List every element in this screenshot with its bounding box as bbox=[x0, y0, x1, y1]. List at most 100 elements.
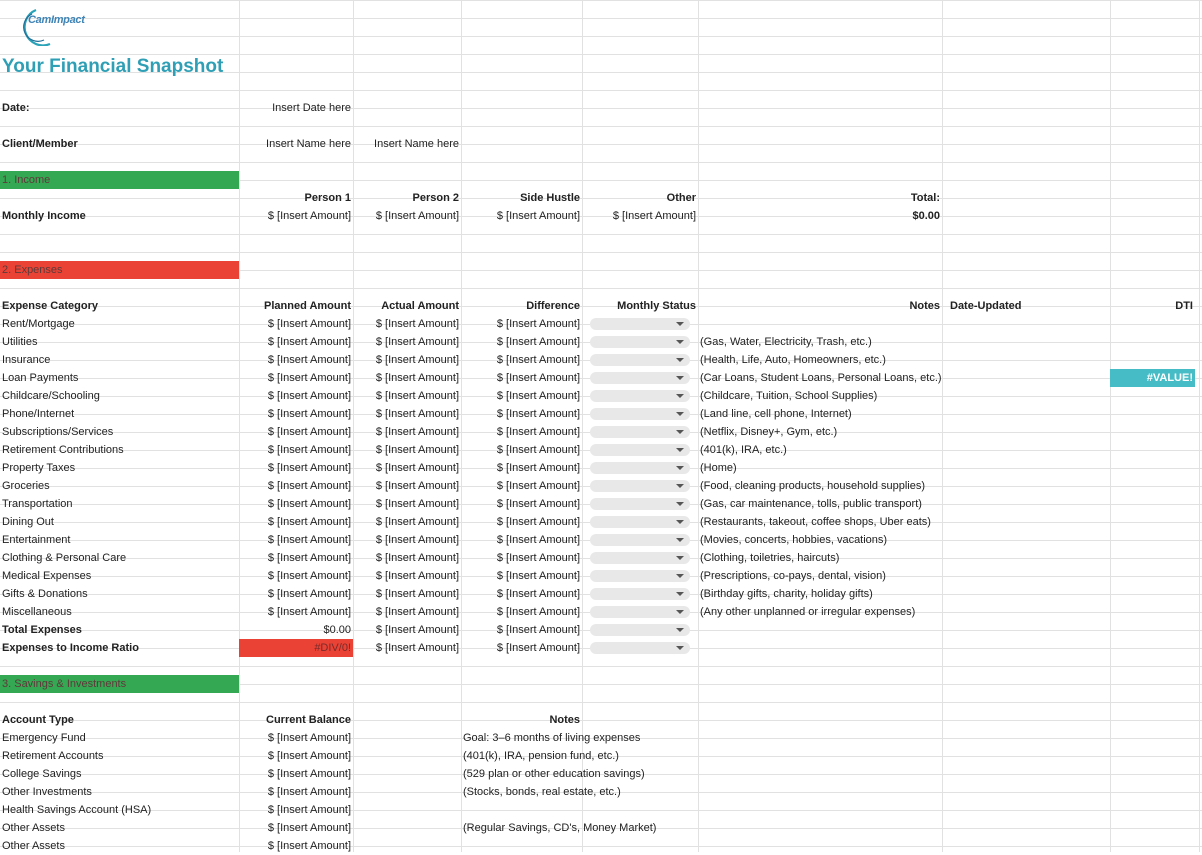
difference-cell[interactable]: $ [Insert Amount] bbox=[461, 495, 582, 513]
ratio-difference-cell[interactable]: $ [Insert Amount] bbox=[461, 639, 582, 657]
difference-cell[interactable]: $ [Insert Amount] bbox=[461, 549, 582, 567]
actual-amount-cell[interactable]: $ [Insert Amount] bbox=[353, 405, 461, 423]
monthly-status-dropdown[interactable] bbox=[590, 336, 690, 348]
actual-amount-cell[interactable]: $ [Insert Amount] bbox=[353, 531, 461, 549]
actual-amount-cell[interactable]: $ [Insert Amount] bbox=[353, 513, 461, 531]
planned-amount-cell[interactable]: $ [Insert Amount] bbox=[239, 585, 353, 603]
expense-header-notes: Notes bbox=[909, 300, 940, 312]
difference-cell[interactable]: $ [Insert Amount] bbox=[461, 405, 582, 423]
monthly-status-dropdown[interactable] bbox=[590, 588, 690, 600]
difference-cell[interactable]: $ [Insert Amount] bbox=[461, 369, 582, 387]
client-name2-cell[interactable]: Insert Name here bbox=[353, 135, 461, 153]
chevron-down-icon bbox=[676, 628, 684, 632]
expense-ratio-cell[interactable]: #DIV/0! bbox=[239, 639, 353, 657]
current-balance-cell[interactable]: $ [Insert Amount] bbox=[239, 729, 353, 747]
monthly-status-dropdown[interactable] bbox=[590, 570, 690, 582]
planned-amount-cell[interactable]: $ [Insert Amount] bbox=[239, 513, 353, 531]
income-person1-cell[interactable]: $ [Insert Amount] bbox=[239, 207, 353, 225]
monthly-status-dropdown[interactable] bbox=[590, 444, 690, 456]
monthly-status-dropdown[interactable] bbox=[590, 354, 690, 366]
monthly-status-dropdown[interactable] bbox=[590, 642, 690, 654]
savings-header-type: Account Type bbox=[2, 714, 74, 726]
monthly-status-dropdown[interactable] bbox=[590, 606, 690, 618]
actual-amount-cell[interactable]: $ [Insert Amount] bbox=[353, 585, 461, 603]
difference-cell[interactable]: $ [Insert Amount] bbox=[461, 567, 582, 585]
planned-amount-cell[interactable]: $ [Insert Amount] bbox=[239, 369, 353, 387]
current-balance-cell[interactable]: $ [Insert Amount] bbox=[239, 819, 353, 837]
monthly-status-dropdown[interactable] bbox=[590, 462, 690, 474]
planned-amount-cell[interactable]: $ [Insert Amount] bbox=[239, 387, 353, 405]
actual-amount-cell[interactable]: $ [Insert Amount] bbox=[353, 495, 461, 513]
monthly-status-dropdown[interactable] bbox=[590, 372, 690, 384]
planned-amount-cell[interactable]: $ [Insert Amount] bbox=[239, 603, 353, 621]
difference-cell[interactable]: $ [Insert Amount] bbox=[461, 477, 582, 495]
planned-amount-cell[interactable]: $ [Insert Amount] bbox=[239, 315, 353, 333]
monthly-status-dropdown[interactable] bbox=[590, 624, 690, 636]
monthly-status-dropdown[interactable] bbox=[590, 480, 690, 492]
total-actual-cell[interactable]: $ [Insert Amount] bbox=[353, 621, 461, 639]
difference-cell[interactable]: $ [Insert Amount] bbox=[461, 585, 582, 603]
planned-amount-cell[interactable]: $ [Insert Amount] bbox=[239, 531, 353, 549]
difference-cell[interactable]: $ [Insert Amount] bbox=[461, 351, 582, 369]
grid-row-line bbox=[0, 162, 1202, 163]
difference-cell[interactable]: $ [Insert Amount] bbox=[461, 513, 582, 531]
difference-cell[interactable]: $ [Insert Amount] bbox=[461, 531, 582, 549]
actual-amount-cell[interactable]: $ [Insert Amount] bbox=[353, 549, 461, 567]
actual-amount-cell[interactable]: $ [Insert Amount] bbox=[353, 459, 461, 477]
difference-cell[interactable]: $ [Insert Amount] bbox=[461, 603, 582, 621]
actual-amount-cell[interactable]: $ [Insert Amount] bbox=[353, 351, 461, 369]
expense-note: (Restaurants, takeout, coffee shops, Ube… bbox=[700, 516, 931, 528]
planned-amount-cell[interactable]: $ [Insert Amount] bbox=[239, 441, 353, 459]
actual-amount-cell[interactable]: $ [Insert Amount] bbox=[353, 423, 461, 441]
difference-cell[interactable]: $ [Insert Amount] bbox=[461, 387, 582, 405]
planned-amount-cell[interactable]: $ [Insert Amount] bbox=[239, 333, 353, 351]
actual-amount-cell[interactable]: $ [Insert Amount] bbox=[353, 441, 461, 459]
income-person2-cell[interactable]: $ [Insert Amount] bbox=[353, 207, 461, 225]
difference-cell[interactable]: $ [Insert Amount] bbox=[461, 423, 582, 441]
planned-amount-cell[interactable]: $ [Insert Amount] bbox=[239, 423, 353, 441]
difference-cell[interactable]: $ [Insert Amount] bbox=[461, 315, 582, 333]
difference-cell[interactable]: $ [Insert Amount] bbox=[461, 441, 582, 459]
actual-amount-cell[interactable]: $ [Insert Amount] bbox=[353, 567, 461, 585]
ratio-actual-cell[interactable]: $ [Insert Amount] bbox=[353, 639, 461, 657]
planned-amount-cell[interactable]: $ [Insert Amount] bbox=[239, 549, 353, 567]
actual-amount-cell[interactable]: $ [Insert Amount] bbox=[353, 333, 461, 351]
chevron-down-icon bbox=[676, 466, 684, 470]
planned-amount-cell[interactable]: $ [Insert Amount] bbox=[239, 351, 353, 369]
monthly-status-dropdown[interactable] bbox=[590, 408, 690, 420]
difference-cell[interactable]: $ [Insert Amount] bbox=[461, 459, 582, 477]
date-value-cell[interactable]: Insert Date here bbox=[239, 99, 353, 117]
actual-amount-cell[interactable]: $ [Insert Amount] bbox=[353, 477, 461, 495]
expense-category-label: Loan Payments bbox=[2, 372, 79, 384]
monthly-status-dropdown[interactable] bbox=[590, 534, 690, 546]
current-balance-cell[interactable]: $ [Insert Amount] bbox=[239, 801, 353, 819]
difference-cell[interactable]: $ [Insert Amount] bbox=[461, 333, 582, 351]
monthly-status-dropdown[interactable] bbox=[590, 318, 690, 330]
planned-amount-cell[interactable]: $ [Insert Amount] bbox=[239, 495, 353, 513]
actual-amount-cell[interactable]: $ [Insert Amount] bbox=[353, 315, 461, 333]
monthly-status-dropdown[interactable] bbox=[590, 516, 690, 528]
current-balance-cell[interactable]: $ [Insert Amount] bbox=[239, 837, 353, 855]
planned-amount-cell[interactable]: $ [Insert Amount] bbox=[239, 459, 353, 477]
actual-amount-cell[interactable]: $ [Insert Amount] bbox=[353, 603, 461, 621]
monthly-status-dropdown[interactable] bbox=[590, 498, 690, 510]
total-planned-cell[interactable]: $0.00 bbox=[239, 621, 353, 639]
actual-amount-cell[interactable]: $ [Insert Amount] bbox=[353, 369, 461, 387]
income-header-person2: Person 2 bbox=[412, 192, 459, 204]
client-name1-cell[interactable]: Insert Name here bbox=[239, 135, 353, 153]
planned-amount-cell[interactable]: $ [Insert Amount] bbox=[239, 477, 353, 495]
actual-amount-cell[interactable]: $ [Insert Amount] bbox=[353, 387, 461, 405]
current-balance-cell[interactable]: $ [Insert Amount] bbox=[239, 765, 353, 783]
monthly-status-dropdown[interactable] bbox=[590, 390, 690, 402]
total-difference-cell[interactable]: $ [Insert Amount] bbox=[461, 621, 582, 639]
current-balance-cell[interactable]: $ [Insert Amount] bbox=[239, 783, 353, 801]
monthly-status-dropdown[interactable] bbox=[590, 552, 690, 564]
monthly-status-dropdown[interactable] bbox=[590, 426, 690, 438]
income-side-hustle-cell[interactable]: $ [Insert Amount] bbox=[461, 207, 582, 225]
savings-header-notes: Notes bbox=[549, 714, 580, 726]
planned-amount-cell[interactable]: $ [Insert Amount] bbox=[239, 405, 353, 423]
dti-value-cell[interactable]: #VALUE! bbox=[1110, 369, 1195, 387]
planned-amount-cell[interactable]: $ [Insert Amount] bbox=[239, 567, 353, 585]
income-other-cell[interactable]: $ [Insert Amount] bbox=[582, 207, 698, 225]
current-balance-cell[interactable]: $ [Insert Amount] bbox=[239, 747, 353, 765]
